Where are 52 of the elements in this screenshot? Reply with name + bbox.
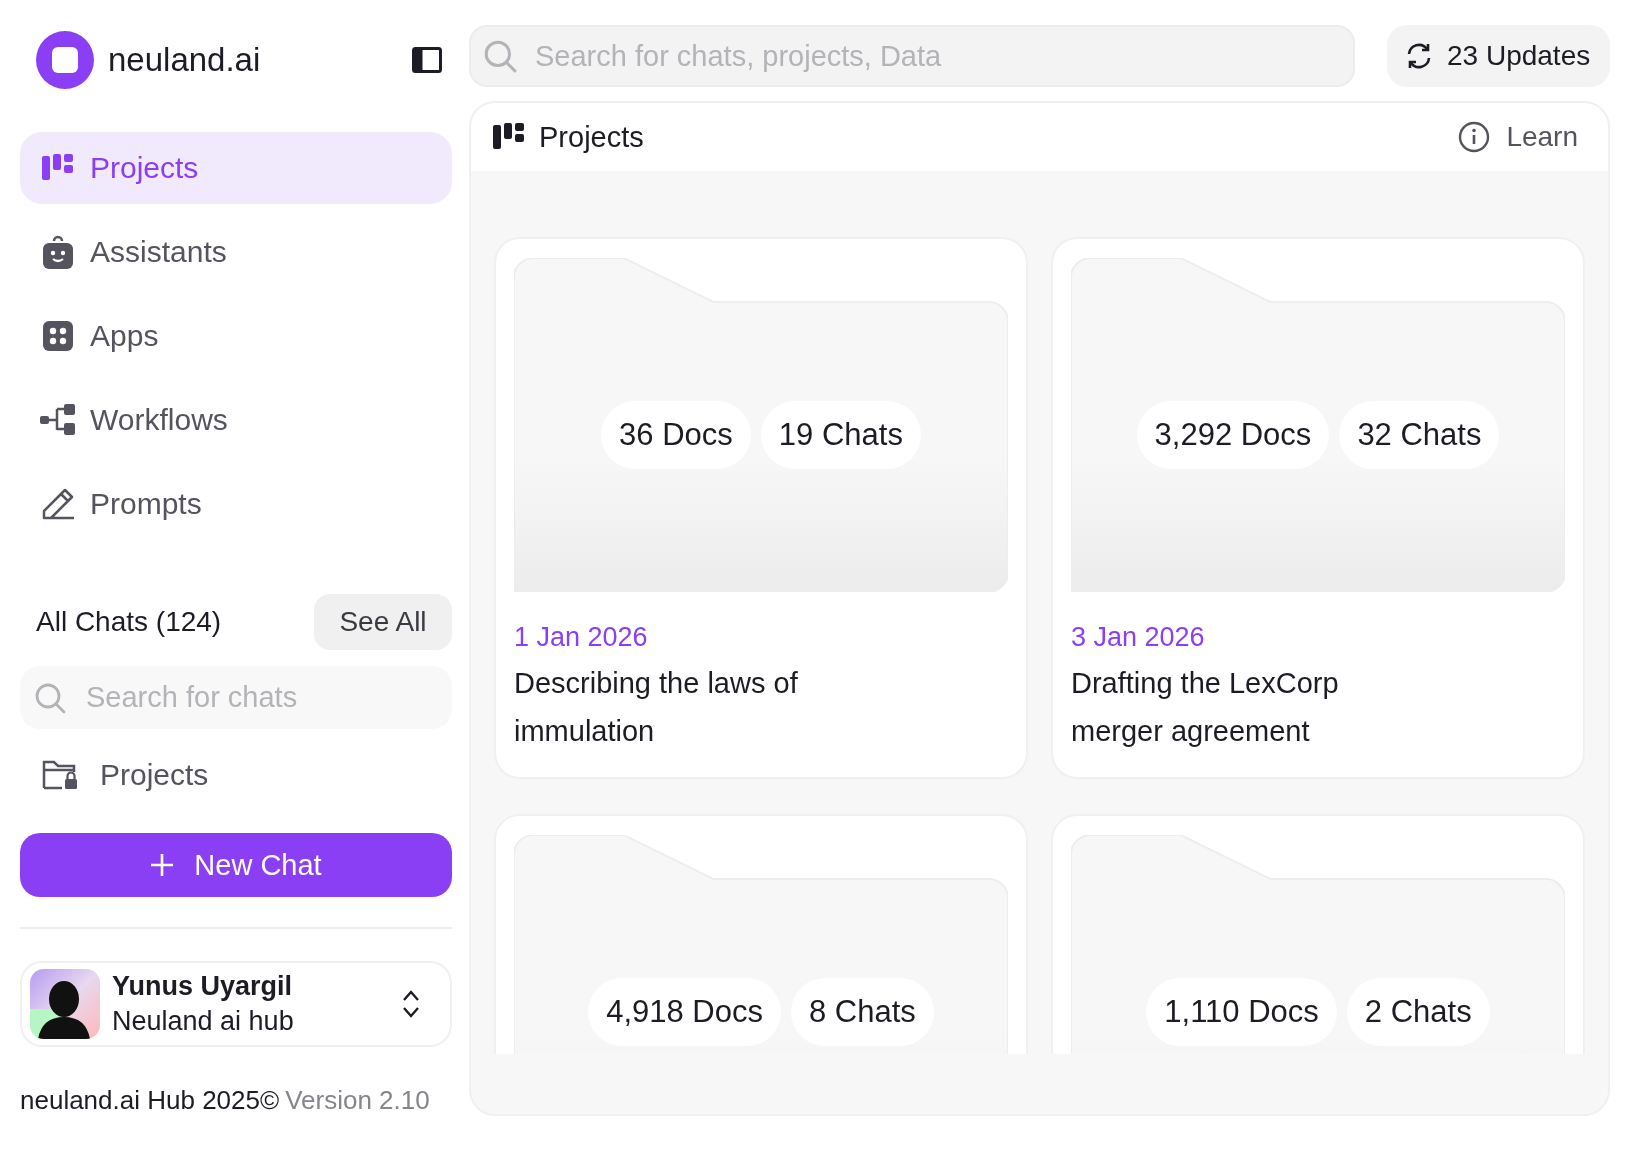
learn-button[interactable]: Learn bbox=[1458, 121, 1578, 153]
kanban-icon bbox=[42, 154, 74, 182]
project-card[interactable]: 3,292 Docs 32 Chats 3 Jan 2026 Drafting the LexCorp merger agreement bbox=[1051, 237, 1585, 779]
chats-count: 19 Chats bbox=[760, 401, 921, 469]
search-icon bbox=[483, 39, 517, 73]
panel-title: Projects bbox=[539, 120, 645, 154]
nav-item[interactable]: Prompts bbox=[20, 468, 452, 540]
new-chat-button[interactable]: New Chat bbox=[20, 833, 452, 897]
account-switcher[interactable]: Yunus Uyargil Neuland ai hub bbox=[20, 961, 452, 1047]
workflow-icon bbox=[40, 404, 76, 436]
chats-count: 32 Chats bbox=[1339, 401, 1500, 469]
apps-icon bbox=[42, 320, 74, 352]
project-card[interactable]: 1,110 Docs 2 Chats bbox=[1051, 814, 1585, 1054]
nav-item[interactable]: Assistants bbox=[20, 216, 452, 288]
user-avatar bbox=[30, 969, 100, 1039]
user-name: Yunus Uyargil bbox=[112, 971, 294, 1002]
project-card[interactable]: 36 Docs 19 Chats 1 Jan 2026 Describing the laws of immulation bbox=[494, 237, 1028, 779]
docs-count: 4,918 Docs bbox=[588, 978, 781, 1046]
chats-count: 8 Chats bbox=[791, 978, 934, 1046]
chevron-up-down-icon bbox=[402, 990, 420, 1018]
updates-button[interactable]: 23 Updates bbox=[1387, 25, 1610, 87]
global-search-field[interactable]: Search for chats, projects, Data bbox=[469, 25, 1355, 87]
project-title: Describing the laws of immulation bbox=[514, 666, 799, 749]
sidebar-toggle-icon[interactable] bbox=[412, 47, 442, 73]
docs-count: 36 Docs bbox=[601, 401, 751, 469]
folder-item[interactable]: Projects bbox=[20, 745, 452, 805]
logo-icon bbox=[36, 31, 94, 89]
project-date: 3 Jan 2026 bbox=[1071, 622, 1206, 653]
nav-item[interactable]: Projects bbox=[20, 132, 452, 204]
section-title: All Chats (124) bbox=[36, 606, 222, 638]
robot-icon bbox=[42, 235, 74, 269]
nav-item[interactable]: Workflows bbox=[20, 384, 452, 456]
kanban-icon bbox=[493, 123, 525, 151]
refresh-icon bbox=[1405, 42, 1433, 70]
brand-name: neuland.ai bbox=[108, 41, 262, 79]
project-title: Drafting the LexCorp merger agreement bbox=[1071, 666, 1340, 749]
pencil-icon bbox=[41, 487, 75, 521]
project-date: 1 Jan 2026 bbox=[514, 622, 649, 653]
project-card[interactable]: 4,918 Docs 8 Chats bbox=[494, 814, 1028, 1054]
search-icon bbox=[34, 681, 66, 714]
docs-count: 1,110 Docs bbox=[1146, 978, 1337, 1046]
info-icon bbox=[1458, 121, 1491, 153]
docs-count: 3,292 Docs bbox=[1136, 401, 1330, 469]
chats-count: 2 Chats bbox=[1346, 978, 1490, 1046]
nav-item[interactable]: Apps bbox=[20, 300, 452, 372]
see-all-button[interactable]: See All bbox=[314, 594, 452, 650]
copyright-text: neuland.ai Hub 2025© bbox=[20, 1085, 280, 1116]
version-text: Version 2.10 bbox=[285, 1085, 430, 1116]
locked-folder-icon bbox=[42, 760, 78, 790]
chat-search-field[interactable]: Search for chats bbox=[20, 666, 452, 729]
workspace-name: Neuland ai hub bbox=[112, 1006, 295, 1037]
plus-icon bbox=[150, 853, 175, 877]
